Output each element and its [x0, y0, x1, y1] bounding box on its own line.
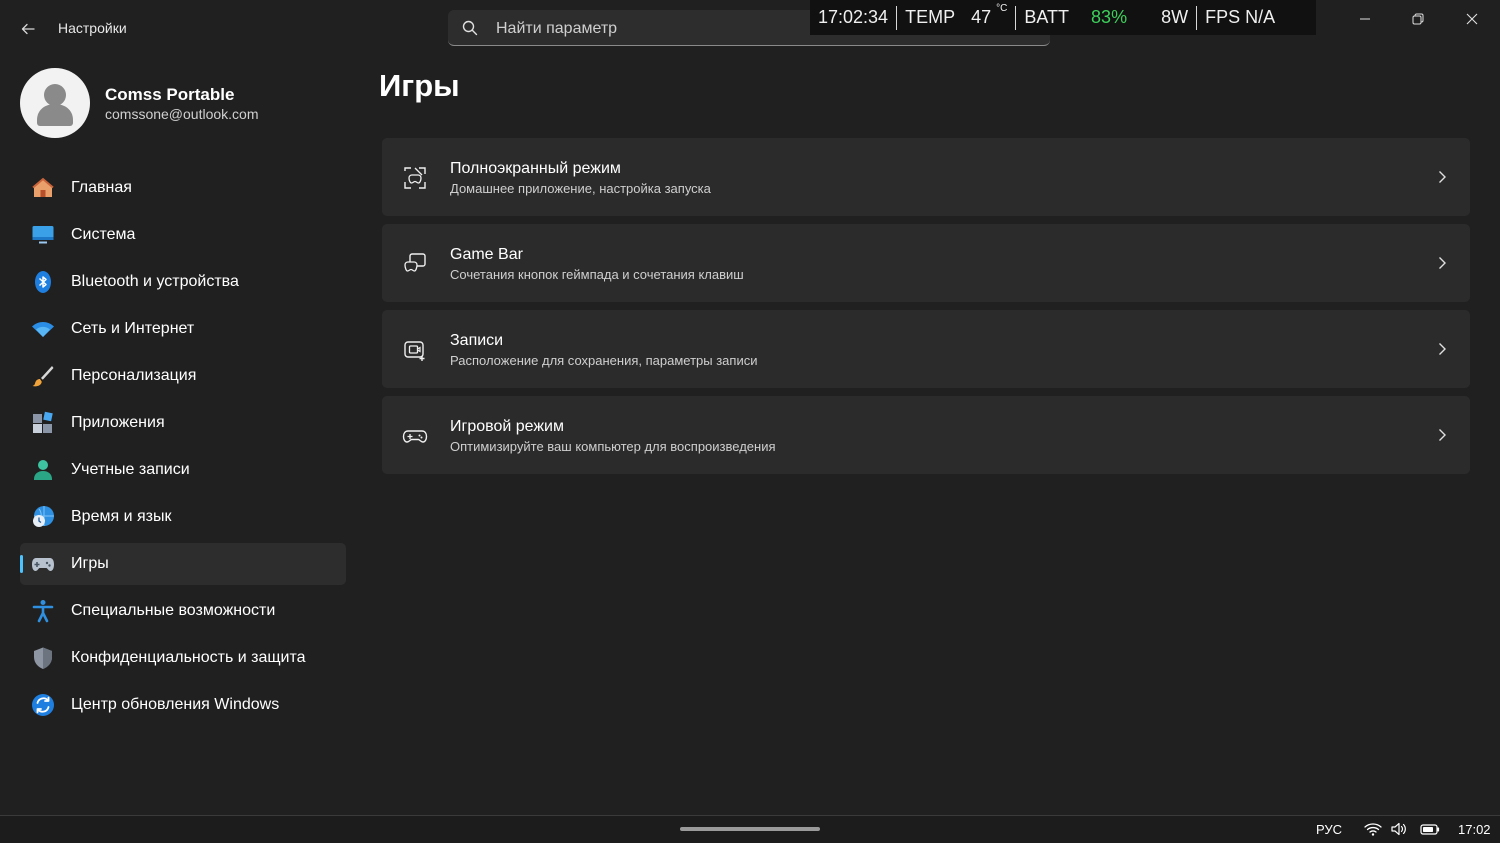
- sidebar-item-accessibility[interactable]: Специальные возможности: [20, 590, 346, 632]
- sidebar-item-label: Bluetooth и устройства: [71, 273, 239, 290]
- restore-button[interactable]: [1395, 6, 1441, 32]
- accessibility-icon: [32, 600, 54, 623]
- minimize-icon: [1360, 18, 1370, 20]
- sidebar-item-label: Учетные записи: [71, 461, 190, 478]
- card-title: Записи: [450, 332, 504, 349]
- sidebar-item-label: Главная: [71, 179, 132, 196]
- taskbar: РУС 17:02: [0, 815, 1500, 843]
- user-profile[interactable]: Comss Portable comssone@outlook.com: [20, 68, 340, 140]
- capture-icon: [404, 341, 425, 361]
- shield-icon: [34, 647, 52, 669]
- overlay-batt-label: BATT: [1024, 7, 1070, 27]
- wifi-icon: [32, 322, 54, 337]
- card-subtitle: Домашнее приложение, настройка запуска: [450, 181, 711, 196]
- title-bar: Настройки 17:02:34 TEMP 47 °C BATT 83% 8…: [0, 0, 1500, 56]
- wifi-icon[interactable]: [1364, 821, 1382, 837]
- close-button[interactable]: [1449, 6, 1495, 32]
- avatar: [20, 68, 90, 138]
- update-icon: [32, 694, 54, 716]
- sidebar-item-label: Сеть и Интернет: [71, 320, 195, 337]
- chevron-right-icon: [1439, 343, 1446, 355]
- overlay-temp-label: TEMP: [905, 7, 956, 27]
- overlay-time: 17:02:34: [818, 7, 889, 27]
- default-avatar-icon: [37, 84, 73, 126]
- home-icon: [32, 177, 54, 197]
- sidebar-item-label: Центр обновления Windows: [71, 696, 280, 713]
- sidebar-item-time-language[interactable]: Время и язык: [20, 496, 346, 538]
- minimize-button[interactable]: [1342, 6, 1388, 32]
- gesture-handle[interactable]: [680, 827, 820, 831]
- settings-card-list: Полноэкранный режим Домашнее приложение,…: [382, 138, 1470, 482]
- gamepad-icon: [32, 558, 54, 571]
- back-button[interactable]: [14, 15, 42, 43]
- monitor-icon: [32, 226, 54, 244]
- chevron-right-icon: [1439, 257, 1446, 269]
- card-title: Game Bar: [450, 246, 523, 263]
- sidebar-nav: Главная Система Bluetooth и устройства С…: [20, 167, 346, 731]
- volume-icon[interactable]: [1390, 821, 1408, 837]
- restore-icon: [1412, 13, 1424, 25]
- sidebar-item-label: Специальные возможности: [71, 602, 276, 619]
- fullscreen-icon: [404, 167, 426, 189]
- sidebar-item-network[interactable]: Сеть и Интернет: [20, 308, 346, 350]
- card-subtitle: Расположение для сохранения, параметры з…: [450, 353, 758, 368]
- search-icon: [462, 20, 478, 36]
- sidebar-item-privacy[interactable]: Конфиденциальность и защита: [20, 637, 346, 679]
- sidebar-item-label: Игры: [71, 555, 109, 572]
- sidebar-item-bluetooth[interactable]: Bluetooth и устройства: [20, 261, 346, 303]
- card-game-mode[interactable]: Игровой режим Оптимизируйте ваш компьюте…: [382, 396, 1470, 474]
- sidebar-item-gaming[interactable]: Игры: [20, 543, 346, 585]
- overlay-power: 8W: [1161, 7, 1189, 27]
- chevron-right-icon: [1439, 429, 1446, 441]
- profile-email: comssone@outlook.com: [105, 106, 259, 122]
- chevron-right-icon: [1439, 171, 1446, 183]
- sidebar-item-windows-update[interactable]: Центр обновления Windows: [20, 684, 346, 726]
- card-subtitle: Сочетания кнопок геймпада и сочетания кл…: [450, 267, 744, 282]
- overlay-fps: FPS N/A: [1205, 7, 1276, 27]
- performance-overlay: 17:02:34 TEMP 47 °C BATT 83% 8W FPS N/A: [810, 0, 1316, 35]
- game-mode-icon: [402, 430, 428, 443]
- user-icon: [34, 460, 52, 480]
- input-language[interactable]: РУС: [1316, 822, 1342, 837]
- profile-name: Comss Portable: [105, 85, 235, 104]
- card-fullscreen-mode[interactable]: Полноэкранный режим Домашнее приложение,…: [382, 138, 1470, 216]
- card-title: Игровой режим: [450, 418, 564, 435]
- back-arrow-icon: [21, 23, 35, 35]
- page-title: Игры: [379, 68, 460, 103]
- card-game-bar[interactable]: Game Bar Сочетания кнопок геймпада и соч…: [382, 224, 1470, 302]
- sidebar-item-label: Конфиденциальность и защита: [71, 649, 306, 666]
- sidebar-item-system[interactable]: Система: [20, 214, 346, 256]
- overlay-temp-value: 47 °C: [971, 3, 1008, 27]
- bluetooth-icon: [35, 271, 51, 293]
- card-subtitle: Оптимизируйте ваш компьютер для воспроиз…: [450, 439, 776, 454]
- overlay-batt-value: 83%: [1091, 7, 1128, 27]
- sidebar-item-label: Персонализация: [71, 367, 197, 384]
- sidebar-item-apps[interactable]: Приложения: [20, 402, 346, 444]
- overlay-temp-unit: °C: [996, 3, 1008, 14]
- sidebar-item-accounts[interactable]: Учетные записи: [20, 449, 346, 491]
- apps-icon: [33, 411, 53, 433]
- card-title: Полноэкранный режим: [450, 160, 621, 177]
- app-title: Настройки: [58, 20, 127, 36]
- sidebar-item-label: Время и язык: [71, 508, 172, 525]
- sidebar-item-label: Система: [71, 226, 136, 243]
- sidebar-item-home[interactable]: Главная: [20, 167, 346, 209]
- taskbar-clock[interactable]: 17:02: [1458, 822, 1491, 837]
- sidebar-item-label: Приложения: [71, 414, 165, 431]
- card-captures[interactable]: Записи Расположение для сохранения, пара…: [382, 310, 1470, 388]
- close-icon: [1466, 13, 1478, 25]
- sidebar-item-personalization[interactable]: Персонализация: [20, 355, 346, 397]
- search-input[interactable]: [494, 17, 798, 41]
- brush-icon: [32, 366, 54, 387]
- game-bar-icon: [404, 253, 426, 272]
- battery-icon[interactable]: [1420, 821, 1440, 837]
- globe-clock-icon: [33, 506, 54, 527]
